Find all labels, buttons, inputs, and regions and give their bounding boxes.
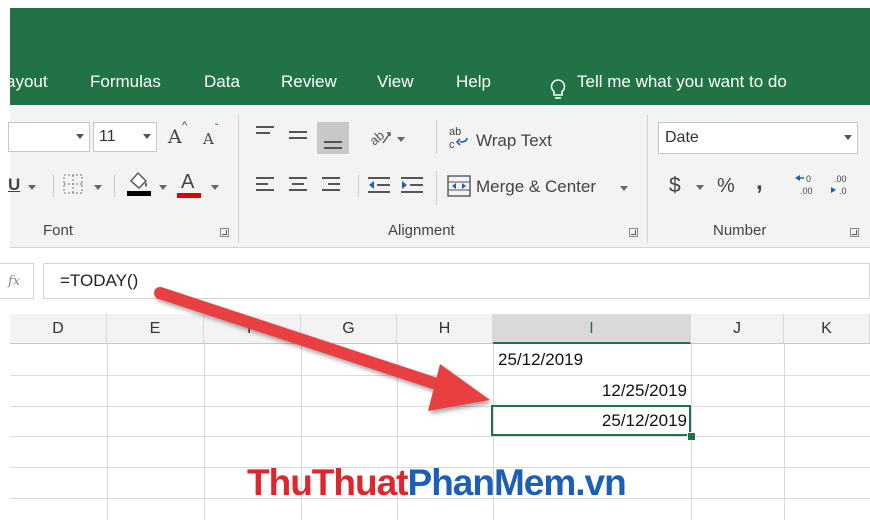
borders-dropdown-icon[interactable]: [94, 185, 102, 190]
chevron-down-icon: [844, 135, 852, 140]
tab-formulas[interactable]: Formulas: [90, 72, 161, 92]
font-color-button[interactable]: A: [181, 171, 194, 194]
lightbulb-icon[interactable]: [548, 78, 568, 102]
borders-icon[interactable]: [62, 173, 84, 195]
tab-help[interactable]: Help: [456, 72, 491, 92]
svg-text:ab: ab: [367, 127, 387, 147]
grow-caret-icon: ^: [182, 120, 188, 132]
font-group-label: Font: [43, 222, 74, 239]
row-gridline: [10, 436, 870, 437]
underline-dropdown-icon[interactable]: [28, 185, 36, 190]
alignment-dialog-launcher[interactable]: [629, 228, 638, 237]
tell-me-search[interactable]: Tell me what you want to do: [577, 72, 787, 92]
column-gridline: [107, 344, 108, 520]
svg-text:0: 0: [806, 174, 811, 184]
watermark-logo: ThuThuatPhanMem.vn: [247, 462, 627, 504]
align-center-icon[interactable]: [289, 177, 307, 195]
wrap-text-button[interactable]: Wrap Text: [476, 131, 552, 151]
font-color-swatch: [177, 193, 201, 198]
tab-page-layout[interactable]: ayout: [6, 72, 48, 92]
formula-bar: fx =TODAY(): [0, 257, 870, 304]
top-align-icon[interactable]: [256, 126, 274, 138]
chevron-down-icon: [76, 134, 84, 139]
column-header-i[interactable]: I: [493, 314, 691, 344]
fill-color-icon[interactable]: [126, 169, 152, 197]
svg-text:ab: ab: [449, 126, 461, 138]
tab-view[interactable]: View: [377, 72, 414, 92]
currency-dropdown-icon[interactable]: [696, 185, 704, 190]
bottom-align-button[interactable]: [317, 122, 349, 154]
column-header-d[interactable]: D: [10, 314, 107, 344]
shrink-caret-icon: ˇ: [215, 123, 219, 134]
increase-decimal-icon[interactable]: 0 .00: [793, 172, 819, 198]
currency-button[interactable]: $: [669, 174, 681, 198]
formula-input[interactable]: =TODAY(): [43, 263, 870, 299]
column-header-k[interactable]: K: [784, 314, 870, 344]
merge-center-icon: [447, 175, 471, 197]
column-header-h[interactable]: H: [397, 314, 493, 344]
column-header-f[interactable]: F: [204, 314, 301, 344]
column-header-j[interactable]: J: [691, 314, 784, 344]
insert-function-box[interactable]: fx: [0, 263, 34, 299]
number-group-label: Number: [713, 222, 767, 239]
number-dialog-launcher[interactable]: [850, 228, 859, 237]
shrink-font-button[interactable]: A: [203, 130, 214, 148]
decrease-indent-icon[interactable]: [366, 175, 392, 195]
align-left-icon[interactable]: [256, 177, 274, 195]
font-color-dropdown-icon[interactable]: [211, 185, 219, 190]
fx-icon[interactable]: fx: [8, 274, 20, 289]
column-gridline: [784, 344, 785, 520]
percent-button[interactable]: %: [717, 175, 735, 198]
divider: [436, 171, 437, 205]
comma-style-button[interactable]: ,: [756, 168, 763, 196]
increase-indent-icon[interactable]: [399, 175, 425, 195]
group-separator: [238, 115, 239, 243]
divider: [436, 120, 437, 154]
font-size-combo[interactable]: 11: [93, 122, 157, 152]
number-format-value: Date: [665, 129, 699, 146]
ribbon: 11 A ^ A ˇ U A Font ab ab c Wrap Text Me…: [8, 105, 870, 248]
orientation-dropdown-icon[interactable]: [397, 137, 405, 142]
font-dialog-launcher[interactable]: [220, 228, 229, 237]
active-cell-border: [491, 405, 691, 436]
orientation-icon[interactable]: ab: [367, 125, 393, 147]
chevron-down-icon: [143, 134, 151, 139]
merge-center-button[interactable]: Merge & Center: [476, 177, 596, 197]
underline-button[interactable]: U: [8, 175, 20, 195]
cell-i-row2[interactable]: 12/25/2019: [493, 376, 687, 406]
svg-text:c: c: [449, 139, 455, 151]
wrap-text-icon: ab c: [449, 126, 468, 151]
svg-text:.0: .0: [839, 186, 847, 196]
group-separator: [647, 115, 648, 243]
grow-font-button[interactable]: A: [168, 126, 182, 148]
align-right-icon[interactable]: [322, 177, 340, 195]
merge-dropdown-icon[interactable]: [620, 186, 628, 191]
middle-align-icon[interactable]: [289, 131, 307, 143]
divider: [358, 175, 359, 197]
cell-i-row1[interactable]: 25/12/2019: [498, 345, 583, 375]
divider: [114, 175, 115, 197]
row-gridline: [10, 375, 870, 376]
watermark-part2: PhanMem.vn: [407, 462, 627, 503]
fill-handle[interactable]: [687, 432, 696, 441]
alignment-group-label: Alignment: [388, 222, 455, 239]
tab-data[interactable]: Data: [204, 72, 240, 92]
svg-text:.00: .00: [800, 186, 813, 196]
column-header-g[interactable]: G: [301, 314, 397, 344]
column-gridline: [204, 344, 205, 520]
font-name-combo[interactable]: [8, 122, 90, 152]
watermark-part1: ThuThuat: [247, 462, 409, 503]
column-header-e[interactable]: E: [107, 314, 204, 344]
row-gridline: [10, 406, 870, 407]
number-format-combo[interactable]: Date: [658, 122, 858, 154]
tab-review[interactable]: Review: [281, 72, 337, 92]
font-size-value: 11: [99, 128, 116, 145]
divider: [53, 175, 54, 197]
ribbon-tabs: ayout Formulas Data Review View Help Tel…: [6, 8, 870, 105]
svg-text:.00: .00: [834, 174, 847, 184]
fill-color-dropdown-icon[interactable]: [159, 185, 167, 190]
decrease-decimal-icon[interactable]: .00 .0: [828, 172, 854, 198]
